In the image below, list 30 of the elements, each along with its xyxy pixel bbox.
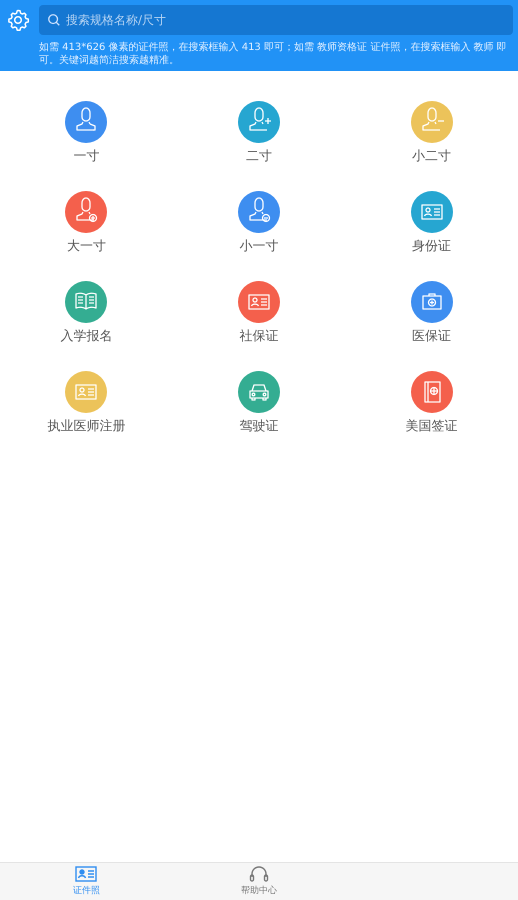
category-item[interactable]: 执业医师注册 <box>0 371 173 435</box>
category-label: 驾驶证 <box>239 418 278 435</box>
category-label: 执业医师注册 <box>47 418 126 435</box>
category-label: 入学报名 <box>60 328 112 345</box>
category-label: 美国签证 <box>406 418 458 435</box>
category-label: 身份证 <box>412 238 452 255</box>
tab[interactable]: 帮助中心 <box>172 863 346 900</box>
category-label: 医保证 <box>412 328 452 345</box>
category-item[interactable]: 一寸 <box>0 101 173 165</box>
category-item[interactable]: 入学报名 <box>0 281 173 345</box>
category-item[interactable]: 医保证 <box>345 281 518 345</box>
headset-icon <box>248 866 270 882</box>
category-label: 小二寸 <box>412 148 452 165</box>
category-label: 大一寸 <box>66 238 106 255</box>
settings-icon[interactable] <box>6 8 30 32</box>
category-label: 小一寸 <box>239 238 278 255</box>
id-card-icon <box>75 866 98 882</box>
category-item[interactable]: 美国签证 <box>345 371 518 435</box>
category-label: 一寸 <box>73 148 100 165</box>
category-item[interactable]: 二寸 <box>172 101 346 165</box>
search-field[interactable]: 搜索规格名称/尺寸 <box>39 5 513 35</box>
category-item[interactable]: 身份证 <box>345 191 518 255</box>
category-label: 社保证 <box>239 328 278 345</box>
category-label: 二寸 <box>246 148 272 165</box>
category-item[interactable]: 驾驶证 <box>172 371 346 435</box>
category-item[interactable]: 大一寸 <box>0 191 173 255</box>
category-item[interactable]: 小二寸 <box>345 101 518 165</box>
category-item[interactable]: 小一寸 <box>172 191 346 255</box>
search-hint: 如需 413*626 像素的证件照，在搜索框输入 413 即可；如需 教师资格证 证件照，在搜索框输入 教师 即可。关键词越简洁搜索越精准。 <box>39 41 508 67</box>
category-item[interactable]: 社保证 <box>172 281 346 345</box>
